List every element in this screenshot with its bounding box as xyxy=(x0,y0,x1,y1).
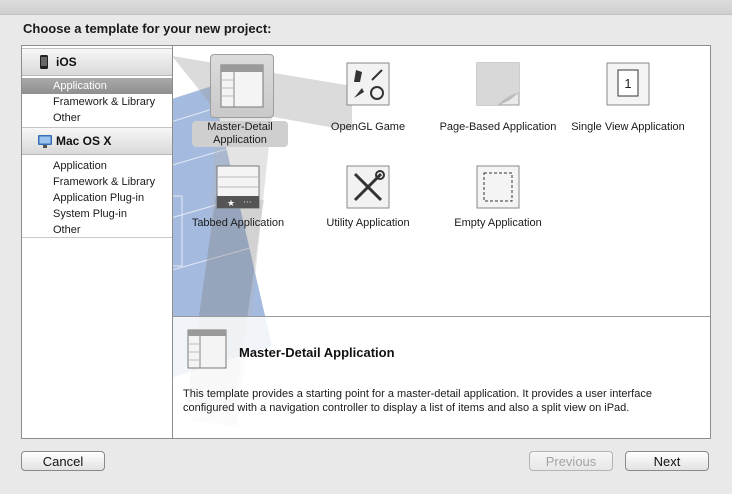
utility-tools-icon xyxy=(346,165,390,209)
previous-button[interactable]: Previous xyxy=(529,451,613,471)
template-detail-panel: Master-Detail Application This template … xyxy=(173,317,710,438)
template-label: Page-Based Application xyxy=(439,121,557,133)
window-title-strip xyxy=(0,0,732,15)
template-label: OpenGL Game xyxy=(330,121,406,133)
sidebar: iOS Application Framework & Library Othe… xyxy=(22,46,173,438)
sidebar-item-ios-other[interactable]: Other xyxy=(22,110,172,126)
template-label: Single View Application xyxy=(571,121,685,133)
sidebar-section-label: Mac OS X xyxy=(56,134,112,148)
template-label: Empty Application xyxy=(454,217,542,229)
page-curl-icon xyxy=(476,62,520,106)
template-label: Tabbed Application xyxy=(191,217,285,229)
template-grid: Master-Detail Application OpenGL Game Pa… xyxy=(173,46,710,316)
page-title: Choose a template for your new project: xyxy=(23,21,272,36)
sidebar-item-mac-system-plugin[interactable]: System Plug-in xyxy=(22,206,172,222)
template-page-based[interactable]: Page-Based Application xyxy=(438,48,558,148)
cancel-button[interactable]: Cancel xyxy=(21,451,105,471)
sidebar-item-mac-application-plugin[interactable]: Application Plug-in xyxy=(22,190,172,206)
sidebar-item-mac-framework-library[interactable]: Framework & Library xyxy=(22,174,172,190)
next-button[interactable]: Next xyxy=(625,451,709,471)
master-detail-icon xyxy=(220,64,264,108)
sidebar-section-macosx[interactable]: Mac OS X xyxy=(22,127,172,155)
empty-dashed-icon xyxy=(476,165,520,209)
opengl-game-icon xyxy=(346,62,390,106)
svg-text:1: 1 xyxy=(624,76,631,91)
mac-icon xyxy=(38,135,52,148)
svg-text:★: ★ xyxy=(227,199,235,209)
sidebar-item-ios-application[interactable]: Application xyxy=(22,78,172,94)
sidebar-item-mac-application[interactable]: Application xyxy=(22,158,172,174)
template-label: Master-Detail Application xyxy=(192,121,288,147)
sidebar-divider xyxy=(22,237,172,238)
detail-description: This template provides a starting point … xyxy=(183,388,652,414)
sidebar-item-mac-other[interactable]: Other xyxy=(22,222,172,238)
master-detail-icon xyxy=(187,329,227,369)
template-single-view[interactable]: 1 Single View Application xyxy=(568,48,688,148)
template-chooser: iOS Application Framework & Library Othe… xyxy=(21,45,711,439)
iphone-icon xyxy=(40,55,48,69)
template-opengl-game[interactable]: OpenGL Game xyxy=(308,48,428,148)
template-label: Utility Application xyxy=(326,217,410,229)
single-view-icon: 1 xyxy=(606,62,650,106)
sidebar-section-label: iOS xyxy=(56,55,77,69)
template-utility[interactable]: Utility Application xyxy=(308,159,428,259)
svg-text:···: ··· xyxy=(243,198,252,208)
tabbed-icon: ★ ··· xyxy=(216,165,260,209)
template-empty[interactable]: Empty Application xyxy=(438,159,558,259)
detail-title: Master-Detail Application xyxy=(239,345,395,360)
sidebar-item-ios-framework-library[interactable]: Framework & Library xyxy=(22,94,172,110)
sidebar-section-ios[interactable]: iOS xyxy=(22,48,172,76)
template-tabbed[interactable]: ★ ··· Tabbed Application xyxy=(178,159,298,259)
template-master-detail[interactable]: Master-Detail Application xyxy=(178,48,298,148)
